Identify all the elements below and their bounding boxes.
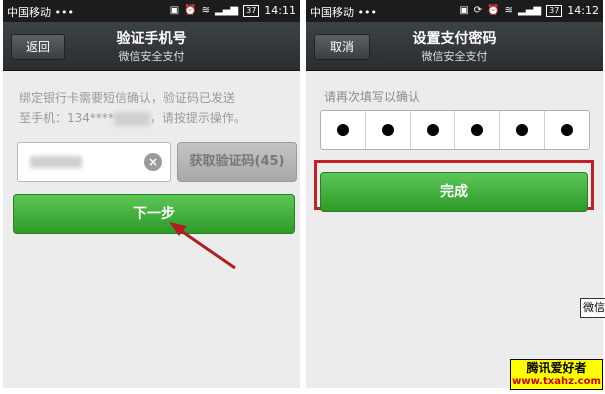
signal-icon: ▂▄▆ (518, 5, 542, 16)
status-bar: 中国移动 ••• ▣ ⟳ ⏰ ≋ ▂▄▆ 37 14:12 (306, 0, 603, 22)
done-button[interactable]: 完成 (320, 172, 588, 212)
page-title: 设置支付密码 (412, 31, 497, 47)
pin-dot (381, 124, 394, 136)
pin-dot (561, 124, 574, 136)
password-input[interactable] (320, 110, 590, 150)
carrier-label: 中国移动 ••• (310, 6, 377, 19)
image-icon: ▣ (459, 5, 469, 16)
clock-label: 14:12 (567, 4, 599, 17)
wifi-icon: ≋ (504, 5, 514, 16)
verify-phone-screen: 中国移动 ••• ▣ ⏰ ≋ ▂▄▆ 37 14:11 返回 验证手机号 微信安… (3, 0, 300, 388)
sync-icon: ⟳ (473, 5, 483, 16)
watermark-logo: 腾讯爱好者 www.txahz.com (510, 359, 603, 390)
pin-cell (545, 111, 589, 149)
pin-cell (455, 111, 501, 149)
watermark-name: 腾讯爱好者 (526, 361, 587, 375)
battery-icon: 37 (546, 4, 563, 17)
pin-cell (411, 111, 456, 149)
pin-dot (471, 124, 484, 136)
watermark-url: www.txahz.com (512, 376, 601, 387)
title-bar: 取消 设置支付密码 微信安全支付 (306, 22, 603, 71)
set-password-screen: 中国移动 ••• ▣ ⟳ ⏰ ≋ ▂▄▆ 37 14:12 取消 设置支付密码 … (306, 0, 603, 388)
confirm-prompt: 请再次填写以确认 (324, 90, 421, 104)
page-subtitle: 微信安全支付 (421, 50, 488, 63)
pin-dot (426, 124, 439, 136)
pin-dot (336, 124, 349, 136)
pointer-arrow (169, 222, 236, 270)
pin-dot (516, 124, 529, 136)
pin-cell (366, 111, 411, 149)
pin-cell (500, 111, 546, 149)
alarm-icon: ⏰ (487, 5, 500, 16)
watermark-side-label: 微信 (580, 298, 605, 318)
pin-cell (321, 111, 366, 149)
